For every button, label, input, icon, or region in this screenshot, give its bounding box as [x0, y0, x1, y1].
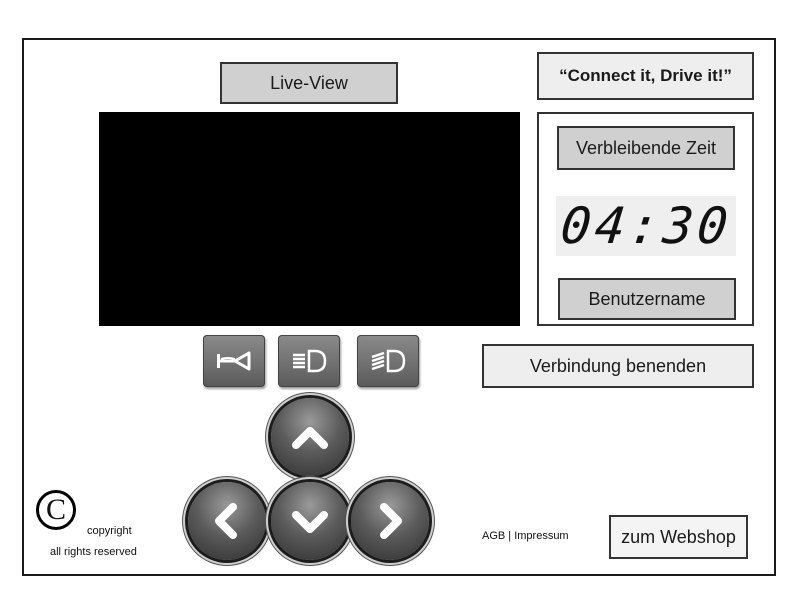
countdown-value: 04:30: [557, 197, 735, 255]
chevron-left-icon: [215, 503, 237, 539]
rights-label: all rights reserved: [50, 546, 137, 558]
countdown-display: 04:30: [556, 196, 736, 256]
down-button[interactable]: [271, 482, 349, 560]
legal-links[interactable]: AGB | Impressum: [482, 530, 569, 542]
username-field: Benutzername: [558, 278, 736, 320]
left-button[interactable]: [188, 482, 266, 560]
high-beam-button[interactable]: [357, 335, 419, 387]
up-button[interactable]: [271, 398, 349, 476]
copyright-label: copyright: [87, 525, 132, 537]
right-button[interactable]: [351, 482, 429, 560]
chevron-up-icon: [292, 427, 328, 449]
live-video-feed: [99, 112, 520, 326]
low-beam-icon: [293, 349, 327, 373]
low-beam-button[interactable]: [278, 335, 340, 387]
slogan-banner: “Connect it, Drive it!”: [537, 52, 754, 100]
disconnect-button[interactable]: Verbindung benenden: [482, 344, 754, 388]
chevron-right-icon: [380, 503, 402, 539]
chevron-down-icon: [292, 511, 328, 533]
live-view-label: Live-View: [220, 62, 398, 104]
webshop-button[interactable]: zum Webshop: [609, 515, 748, 559]
remaining-time-label: Verbleibende Zeit: [557, 126, 735, 170]
horn-icon: [217, 351, 251, 371]
copyright-icon: C: [36, 490, 76, 530]
horn-button[interactable]: [203, 335, 265, 387]
high-beam-icon: [371, 349, 406, 373]
